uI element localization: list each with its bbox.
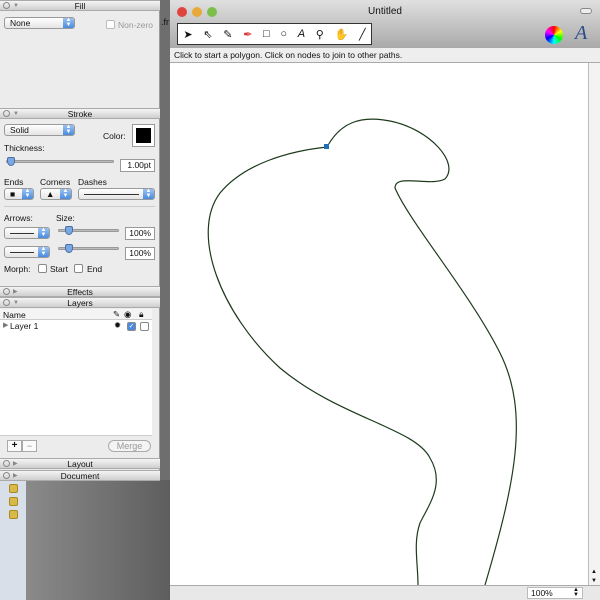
ends-label: Ends [4,177,24,187]
toolbar-toggle-button[interactable] [580,8,592,14]
fill-type-select[interactable]: None ▲ ▼ [4,17,75,29]
zoom-value: 100% [531,588,553,598]
rectangle-icon[interactable]: □ [263,28,270,40]
layer-row[interactable]: ▶ Layer 1 ✹ ✓ [0,320,152,332]
layers-header[interactable]: ▼ Layers [0,297,160,308]
thickness-field[interactable]: 1.00pt [120,159,155,172]
name-column-header: Name [3,310,26,320]
arrow-start-select[interactable]: ▲ ▼ [4,227,50,239]
drawing-canvas[interactable] [170,63,588,586]
color-label: Color: [103,131,126,141]
morph-end-label: End [87,264,103,274]
effects-header[interactable]: ▶ Effects [0,286,160,297]
folder-icon[interactable] [9,497,18,506]
eye-icon: ◉ [124,309,132,319]
thickness-label: Thickness: [4,143,45,153]
desktop-sidebar [0,480,26,600]
layout-header[interactable]: ▶ Layout [0,458,160,469]
eyedropper-icon[interactable]: ╱ [359,28,366,41]
disclosure-triangle-icon[interactable]: ▶ [3,321,8,329]
morph-start-checkbox[interactable] [38,264,47,273]
path-node[interactable] [324,144,329,149]
remove-layer-button[interactable]: − [22,440,37,452]
bottom-bar: 100% ▲ ▼ [170,585,600,600]
color-wheel-icon[interactable] [545,26,563,44]
stroke-color-well[interactable] [132,124,155,147]
morph-label: Morph: [4,264,31,274]
dashes-label: Dashes [78,177,107,187]
corners-select[interactable]: ▲ ▲ ▼ [40,188,72,200]
zoom-select[interactable]: 100% ▲ ▼ [527,587,583,599]
tool-palette: ➤ ⇖ ✎ ✒ □ ○ A ⚲ ✋ ╱ [177,23,372,45]
ends-select[interactable]: ■ ▲ ▼ [4,188,34,200]
layers-title: Layers [67,298,93,308]
lock-icon: 🔒︎ [139,309,144,319]
stroke-header[interactable]: ▼ Stroke [0,108,160,119]
arrow-end-select[interactable]: ▲ ▼ [4,246,50,258]
arrows-label: Arrows: [4,213,33,223]
folder-icon[interactable] [9,510,18,519]
title-bar: Untitled ➤ ⇖ ✎ ✒ □ ○ A ⚲ ✋ ╱ A [170,0,600,48]
desktop-background [26,480,170,600]
background-window-text: .fr [161,17,169,27]
direct-select-icon[interactable]: ⇖ [203,28,212,41]
folder-icon[interactable] [9,484,18,493]
ellipse-icon[interactable]: ○ [280,28,287,40]
document-window: Untitled ➤ ⇖ ✎ ✒ □ ○ A ⚲ ✋ ╱ A Click to start a p… [170,0,600,600]
zoom-icon[interactable]: ⚲ [316,28,324,41]
layout-title: Layout [67,459,93,469]
arrow-size-field-1[interactable]: 100% [125,227,155,240]
layer-visible-checkbox[interactable]: ✓ [127,322,136,331]
pen-icon[interactable]: ✒ [243,28,252,41]
arrow-size-slider-2[interactable] [58,244,119,253]
stroke-type-select[interactable]: Solid ▲ ▼ [4,124,75,136]
document-title: Document [60,471,100,481]
stroke-type-value: Solid [10,125,29,135]
drawing-svg [207,118,517,586]
fill-type-value: None [10,18,31,28]
arrow-size-field-2[interactable]: 100% [125,247,155,260]
fill-title: Fill [74,1,86,11]
layers-list: Name ✎ ◉ 🔒︎ ▶ Layer 1 ✹ ✓ [0,309,152,436]
morph-end-checkbox[interactable] [74,264,83,273]
hand-icon[interactable]: ✋ [335,28,349,41]
inspector-panel: ▼ Fill None ▲ ▼ Non-zero ▼ Stroke Solid ▲ ▼ Co… [0,0,160,481]
window-title: Untitled [368,6,402,17]
effects-title: Effects [67,287,93,297]
size-label: Size: [56,213,75,223]
thickness-slider[interactable] [6,157,114,166]
nonzero-checkbox[interactable] [106,20,115,29]
status-message: Click to start a polygon. Click on nodes… [170,48,600,63]
vertical-scrollbar[interactable]: ▲ ▼ [588,63,600,585]
fonts-icon[interactable]: A [575,22,587,45]
active-layer-icon[interactable]: ✹ [114,320,121,331]
layer-lock-checkbox[interactable] [140,322,149,331]
pencil-icon: ✎ [113,309,121,319]
stroke-title: Stroke [67,109,93,119]
arrow-select-icon[interactable]: ➤ [183,28,192,41]
scroll-up-arrow[interactable]: ▲ [591,569,597,575]
add-layer-button[interactable]: + [7,440,22,452]
dashes-select[interactable]: ▲ ▼ [78,188,155,200]
divider [4,206,155,207]
document-header[interactable]: ▶ Document [0,470,160,481]
drawn-path[interactable] [207,118,517,586]
fill-header[interactable]: ▼ Fill [0,0,160,11]
brush-icon[interactable]: ✎ [223,28,232,41]
arrow-size-slider-1[interactable] [58,226,119,235]
scroll-down-arrow[interactable]: ▼ [591,578,597,584]
layer-name: Layer 1 [10,321,39,331]
nonzero-label: Non-zero [118,20,153,30]
text-icon[interactable]: A [298,28,305,40]
morph-start-label: Start [50,264,68,274]
merge-button[interactable]: Merge [108,440,151,452]
corners-label: Corners [40,177,71,187]
